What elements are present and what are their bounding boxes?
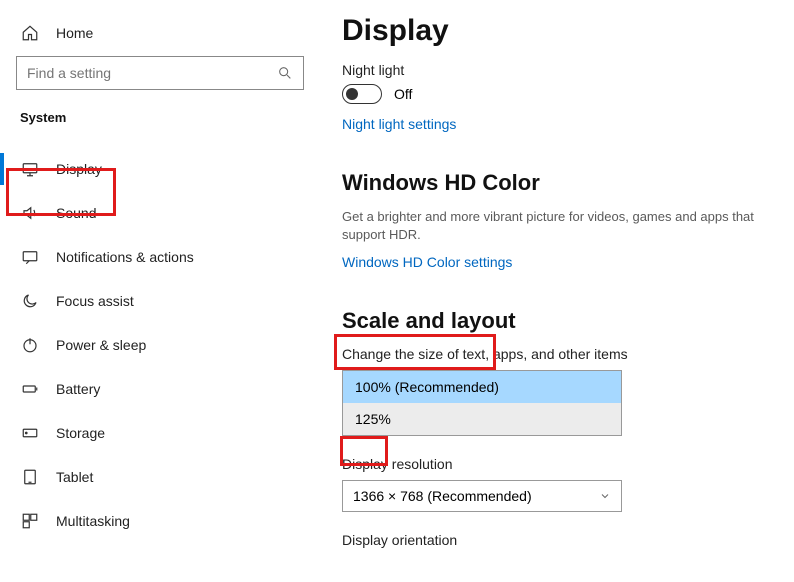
scale-size-label: Change the size of text, apps, and other… <box>342 346 776 362</box>
power-icon <box>20 336 40 354</box>
home-button[interactable]: Home <box>0 18 320 56</box>
sidebar-item-sound[interactable]: Sound <box>0 191 320 235</box>
hd-color-heading: Windows HD Color <box>342 170 776 196</box>
resolution-label: Display resolution <box>342 456 776 472</box>
home-label: Home <box>56 25 93 41</box>
sidebar-item-focus-assist[interactable]: Focus assist <box>0 279 320 323</box>
home-icon <box>20 24 40 42</box>
search-icon <box>277 65 293 81</box>
main-content: Display Night light Off Night light sett… <box>320 0 794 582</box>
scale-dropdown[interactable]: 100% (Recommended) 125% <box>342 370 622 436</box>
sidebar-item-multitasking[interactable]: Multitasking <box>0 499 320 543</box>
night-light-settings-link[interactable]: Night light settings <box>342 116 456 132</box>
tablet-icon <box>20 468 40 486</box>
night-light-state: Off <box>394 86 412 102</box>
chevron-down-icon <box>599 490 611 502</box>
scale-option-100[interactable]: 100% (Recommended) <box>343 371 621 403</box>
scale-option-125[interactable]: 125% <box>343 403 621 435</box>
sidebar-item-display[interactable]: Display <box>0 147 320 191</box>
battery-icon <box>20 380 40 398</box>
sidebar-item-power-sleep[interactable]: Power & sleep <box>0 323 320 367</box>
resolution-dropdown[interactable]: 1366 × 768 (Recommended) <box>342 480 622 512</box>
hd-color-settings-link[interactable]: Windows HD Color settings <box>342 254 512 270</box>
settings-sidebar: Home System Display Sound Notifications … <box>0 0 320 582</box>
hd-color-desc: Get a brighter and more vibrant picture … <box>342 208 776 244</box>
section-title: System <box>20 110 300 125</box>
sidebar-item-notifications[interactable]: Notifications & actions <box>0 235 320 279</box>
sidebar-item-label: Notifications & actions <box>56 249 194 265</box>
scale-layout-heading: Scale and layout <box>342 308 776 334</box>
speaker-icon <box>20 204 40 222</box>
storage-icon <box>20 424 40 442</box>
sidebar-item-tablet[interactable]: Tablet <box>0 455 320 499</box>
resolution-value: 1366 × 768 (Recommended) <box>353 488 532 504</box>
sidebar-item-label: Multitasking <box>56 513 130 529</box>
search-input[interactable] <box>27 65 277 81</box>
night-light-label: Night light <box>342 62 776 78</box>
search-box[interactable] <box>16 56 304 90</box>
sidebar-item-label: Display <box>56 161 102 177</box>
sidebar-item-battery[interactable]: Battery <box>0 367 320 411</box>
page-title: Display <box>342 14 776 48</box>
sidebar-item-label: Battery <box>56 381 100 397</box>
moon-icon <box>20 292 40 310</box>
monitor-icon <box>20 160 40 178</box>
orientation-label: Display orientation <box>342 532 776 548</box>
sidebar-item-label: Storage <box>56 425 105 441</box>
sidebar-item-label: Power & sleep <box>56 337 146 353</box>
sidebar-item-label: Tablet <box>56 469 93 485</box>
message-icon <box>20 248 40 266</box>
sidebar-item-storage[interactable]: Storage <box>0 411 320 455</box>
multitask-icon <box>20 512 40 530</box>
sidebar-item-label: Focus assist <box>56 293 134 309</box>
night-light-toggle[interactable] <box>342 84 382 104</box>
sidebar-item-label: Sound <box>56 205 96 221</box>
